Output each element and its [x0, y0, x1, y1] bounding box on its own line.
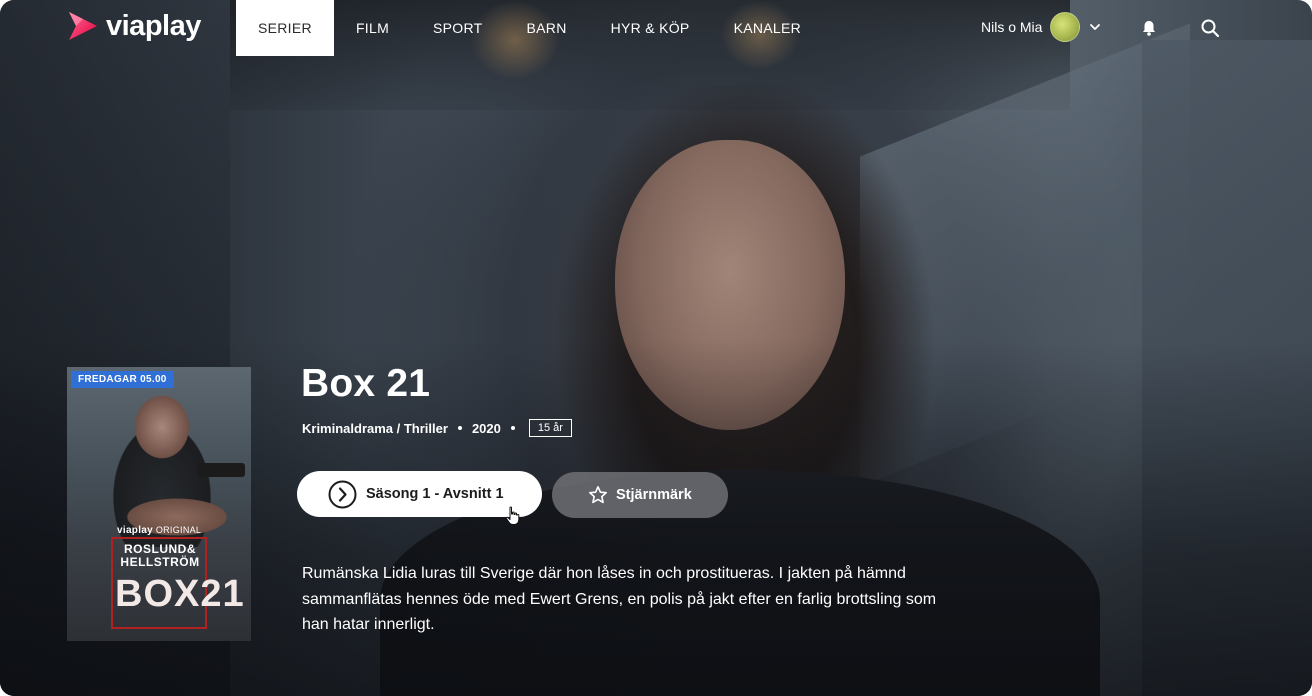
favorite-button[interactable]: Stjärnmärk [552, 472, 728, 518]
hero-backdrop-stairs [860, 23, 1190, 487]
show-poster[interactable]: FREDAGAR 05.00 viaplay ORIGINAL ROSLUND&… [67, 367, 251, 641]
hero-backdrop-person-hair [545, 85, 945, 605]
nav-item-film[interactable]: FILM [334, 0, 411, 56]
nav-item-serier[interactable]: SERIER [236, 0, 334, 56]
poster-original-text: ORIGINAL [155, 525, 202, 535]
chevron-down-icon [1090, 24, 1101, 30]
main-nav: SERIER FILM SPORT BARN HYR & KÖP KANALER [236, 0, 823, 56]
play-circle-icon [328, 480, 357, 508]
search-icon[interactable] [1200, 18, 1220, 38]
meta-separator [457, 426, 462, 430]
nav-item-barn[interactable]: BARN [505, 0, 589, 56]
show-year: 2020 [471, 420, 501, 436]
show-meta: Kriminaldrama / Thriller 2020 15 år [302, 419, 572, 437]
top-navigation-bar: viaplay SERIER FILM SPORT BARN HYR & KÖP… [0, 0, 1312, 56]
viaplay-logo-icon [69, 12, 97, 40]
show-title: Box 21 [301, 362, 431, 405]
poster-authors: ROSLUND& HELLSTRÖM [115, 543, 205, 569]
viaplay-logo[interactable]: viaplay [66, 9, 201, 43]
air-time-badge: FREDAGAR 05.00 [71, 371, 174, 388]
brand-name: viaplay [106, 9, 201, 42]
poster-original-brand: viaplay [117, 525, 154, 536]
nav-item-kanaler[interactable]: KANALER [712, 0, 823, 56]
nav-item-hyr-kop[interactable]: HYR & KÖP [589, 0, 712, 56]
hero-backdrop-person-face [615, 140, 845, 430]
poster-gun [197, 463, 245, 477]
hand-cursor-icon [505, 506, 520, 525]
nav-item-sport[interactable]: SPORT [411, 0, 504, 56]
hero-backdrop-wall-right [1142, 40, 1312, 696]
show-description: Rumänska Lidia luras till Sverige där ho… [302, 565, 937, 633]
viaplay-window: viaplay SERIER FILM SPORT BARN HYR & KÖP… [0, 0, 1312, 696]
show-genre: Kriminaldrama / Thriller [302, 420, 448, 436]
profile-name: Nils o Mia [981, 19, 1043, 35]
meta-separator [510, 426, 515, 430]
age-rating-badge: 15 år [528, 419, 572, 437]
play-episode-label: Säsong 1 - Avsnitt 1 [366, 486, 504, 502]
avatar [1050, 12, 1081, 42]
poster-author-line: HELLSTRÖM [120, 555, 200, 569]
profile-menu[interactable]: Nils o Mia [981, 12, 1102, 42]
favorite-label: Stjärnmärk [616, 487, 692, 503]
bell-icon[interactable] [1140, 19, 1158, 37]
star-icon [589, 486, 607, 504]
poster-original-label: viaplay ORIGINAL [117, 525, 201, 536]
poster-title: BOX21 [115, 573, 245, 615]
